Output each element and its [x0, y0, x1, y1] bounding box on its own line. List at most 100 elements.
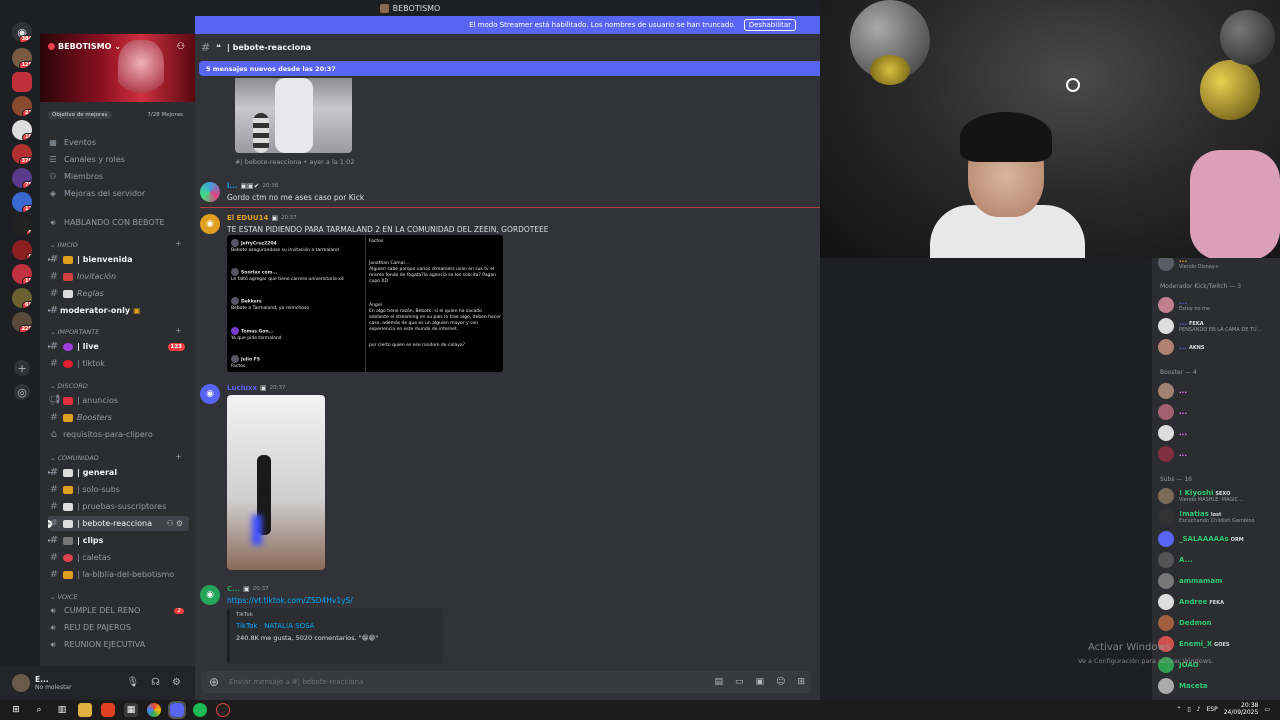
category-voice[interactable]: ⌄ VOICE — [50, 593, 78, 601]
server-icon[interactable]: 5 — [12, 240, 32, 260]
message-author[interactable]: l... — [227, 182, 237, 190]
channel-anuncios[interactable]: 📢︎ | anuncios — [48, 393, 189, 408]
search-icon[interactable]: ⌕ — [32, 703, 46, 717]
sidebar-item-mejoras[interactable]: ◈ Mejoras del servidor — [48, 186, 145, 201]
forwarded-ref[interactable]: #| bebote-reacciona • ayer a la 1:02 — [235, 158, 354, 166]
chrome-icon[interactable] — [147, 703, 161, 717]
channel-requisitos[interactable]: ⌂ requisitos-para-clipero — [48, 427, 189, 442]
channel-solo-subs[interactable]: # | solo-subs — [48, 482, 189, 497]
channel-invitacion[interactable]: # Invitación — [48, 269, 189, 284]
brave-browser-icon[interactable] — [101, 703, 115, 717]
member[interactable]: Maceta — [1158, 677, 1280, 695]
voice-channel[interactable]: 🔊︎ REUNION EJECUTIVA — [48, 637, 145, 652]
server-icon[interactable]: 9 — [12, 216, 32, 236]
member[interactable]: Andree FEKA — [1158, 593, 1280, 611]
member[interactable]: ... FEKA PENSANDO EN LA CAMA DE TU... — [1158, 317, 1280, 335]
server-icon[interactable]: 21 — [12, 96, 32, 116]
explore-servers-icon[interactable]: ◎ — [14, 384, 30, 400]
microphone-icon[interactable]: 🎙︎ — [126, 677, 139, 688]
sidebar-item-eventos[interactable]: ▦ Eventos — [48, 135, 96, 150]
discord-icon[interactable]: ◉ — [200, 384, 220, 404]
add-channel-icon[interactable]: + — [175, 452, 182, 461]
emoji-icon[interactable]: ☺ — [776, 677, 785, 687]
spotify-icon[interactable] — [193, 703, 207, 717]
sidebar-item-miembros[interactable]: ⚇ Miembros — [48, 169, 103, 184]
discord-taskbar-icon[interactable] — [168, 701, 186, 719]
discord-icon[interactable]: ◉ — [200, 585, 220, 605]
channel-bienvenida[interactable]: ▸ # | bienvenida — [48, 252, 189, 267]
language-indicator[interactable]: ESP — [1207, 706, 1218, 713]
obs-icon[interactable] — [216, 703, 230, 717]
disable-streamer-button[interactable]: Deshabilitar — [743, 19, 796, 31]
sidebar-item-canales[interactable]: ☰ Canales y roles — [48, 152, 125, 167]
file-explorer-icon[interactable] — [78, 703, 92, 717]
member[interactable]: _SALAAAAAs ORM — [1158, 530, 1280, 548]
channel-general[interactable]: ▸ # | general — [48, 465, 189, 480]
channel-boosters[interactable]: # Boosters — [48, 410, 189, 425]
server-icon[interactable]: 75 — [12, 168, 32, 188]
channel-moderator-only[interactable]: ▸ # moderator-only ▣ — [48, 303, 189, 318]
member[interactable]: ... Viendo Disney+ — [1158, 258, 1280, 272]
channel-clips[interactable]: ▸ # | clips — [48, 533, 189, 548]
message-author[interactable]: Luciuxx — [227, 384, 257, 392]
boost-goal[interactable]: Objetivo de mejoras 7/28 Mejoras — [40, 108, 195, 122]
member[interactable]: ... Estoy no me — [1158, 296, 1280, 314]
channel-settings-icon[interactable]: ⚇⚙ — [167, 519, 185, 528]
add-channel-icon[interactable]: + — [175, 326, 182, 335]
attachment-video[interactable] — [227, 395, 325, 570]
avatar[interactable] — [200, 182, 220, 202]
category-importante[interactable]: ⌄ IMPORTANTE — [50, 328, 99, 336]
message-link[interactable]: https://vt.tiktok.com/ZSD4Hv1yS/ — [227, 596, 353, 605]
add-server-icon[interactable]: + — [14, 360, 30, 376]
member[interactable]: ... — [1158, 382, 1280, 400]
member[interactable]: ... — [1158, 403, 1280, 421]
apps-icon[interactable]: ⊞ — [797, 677, 805, 687]
voice-channel-top[interactable]: 🔊︎ HABLANDO CON BEBOTE — [48, 215, 164, 230]
message-author[interactable]: C... — [227, 585, 240, 593]
add-attachment-icon[interactable]: ⊕ — [207, 675, 221, 689]
voice-channel[interactable]: 🔊︎ CUMPLE DEL RENO 2 — [48, 603, 184, 618]
invite-people-icon[interactable]: ⚇ — [177, 42, 185, 52]
server-icon[interactable]: 13 — [12, 192, 32, 212]
channel-caletas[interactable]: # | caletas — [48, 550, 189, 565]
tray-chevron-icon[interactable]: ⌃ — [1176, 706, 1181, 713]
server-icon[interactable]: 125 — [12, 48, 32, 68]
server-name-button[interactable]: BEBOTISMO ⌄ — [48, 42, 121, 51]
member[interactable]: ! Kiyoshi SEXO Viendo MASHLE: MAGIC... — [1158, 487, 1280, 505]
gift-icon[interactable]: ▤ — [715, 677, 724, 687]
server-icon[interactable]: 15 — [12, 264, 32, 284]
member[interactable]: !matias lost Escuchando Childish Gambino — [1158, 508, 1280, 526]
member[interactable]: ammamam — [1158, 572, 1280, 590]
channel-bebote-reacciona[interactable]: ▸ # | bebote-reacciona ⚇⚙ — [48, 516, 189, 531]
server-icon[interactable]: 376 — [12, 144, 32, 164]
notifications-icon[interactable]: ▭ — [1264, 706, 1270, 713]
channel-live[interactable]: ▸ # | live 123 — [48, 339, 189, 354]
channel-biblia[interactable]: # | la-biblia-del-bebotismo — [48, 567, 189, 582]
clock[interactable]: 20:38 24/09/2025 — [1224, 702, 1259, 716]
server-icon[interactable]: 229 — [12, 312, 32, 332]
member[interactable]: ... — [1158, 445, 1280, 463]
member[interactable]: Enemi_X GOES — [1158, 635, 1280, 653]
windows-start-icon[interactable]: ⊞ — [9, 703, 23, 717]
server-icon-active[interactable] — [12, 72, 32, 92]
new-messages-bar[interactable]: 5 mensajes nuevos desde las 20:37 — [199, 61, 820, 76]
message-author[interactable]: El EDUU14 — [227, 214, 268, 222]
channel-tiktok[interactable]: # | tiktok — [48, 356, 189, 371]
volume-icon[interactable]: ♪ — [1197, 706, 1201, 713]
sticker-icon[interactable]: ▣ — [756, 677, 765, 687]
member[interactable]: ... — [1158, 424, 1280, 442]
channel-reglas[interactable]: # Reglas — [48, 286, 189, 301]
gif-icon[interactable]: ▭ — [735, 677, 744, 687]
attachment-image[interactable] — [235, 78, 352, 153]
voice-channel[interactable]: 🔊︎ REU DE PAJEROS — [48, 620, 130, 635]
server-icon[interactable]: 68 — [12, 288, 32, 308]
attachment-image-tweets[interactable]: JefryCruz2204 Bebote asegurandose su invi… — [227, 235, 503, 372]
member[interactable]: A... — [1158, 551, 1280, 569]
gear-icon[interactable]: ⚙ — [172, 677, 181, 688]
headphones-icon[interactable]: ☊ — [151, 677, 160, 688]
category-discord[interactable]: ⌄ DISCORD — [50, 382, 88, 390]
discord-home-icon[interactable]: ◉ 384 — [12, 22, 32, 42]
task-view-icon[interactable]: ▥ — [55, 703, 69, 717]
category-comunidad[interactable]: ⌄ COMUNIDAD — [50, 454, 99, 462]
network-icon[interactable]: ▯ — [1187, 706, 1190, 713]
